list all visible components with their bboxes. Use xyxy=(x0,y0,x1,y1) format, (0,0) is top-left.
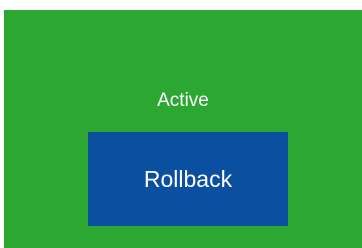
status-label: Active xyxy=(157,90,209,111)
rollback-button[interactable]: Rollback xyxy=(88,132,288,226)
status-panel: Active Rollback xyxy=(4,10,362,248)
